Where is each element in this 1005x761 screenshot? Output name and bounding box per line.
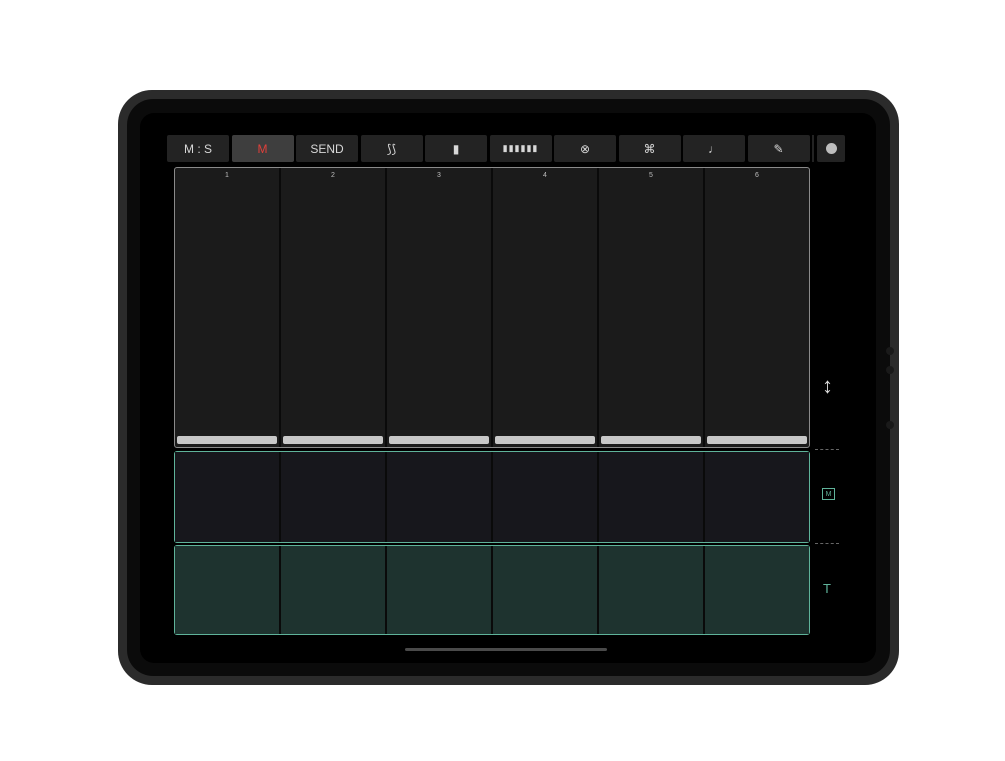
trigger-label[interactable]: T bbox=[823, 581, 831, 596]
mute-pad[interactable] bbox=[387, 452, 493, 542]
eraser-icon: ✎ bbox=[773, 141, 784, 156]
fader-handle[interactable] bbox=[707, 436, 807, 444]
resize-icon[interactable]: ↕ bbox=[822, 373, 833, 399]
fader-handle[interactable] bbox=[495, 436, 595, 444]
trigger-row bbox=[174, 545, 810, 635]
trigger-pad[interactable] bbox=[599, 546, 705, 634]
mute-row bbox=[174, 451, 810, 543]
mute-solo-button[interactable]: M : S bbox=[167, 135, 229, 162]
trigger-pad[interactable] bbox=[281, 546, 387, 634]
home-indicator bbox=[405, 648, 607, 651]
channel-number: 6 bbox=[755, 172, 759, 179]
fader-handle[interactable] bbox=[389, 436, 489, 444]
divider bbox=[815, 543, 839, 544]
channel-number: 5 bbox=[649, 172, 653, 179]
mute-pad[interactable] bbox=[493, 452, 599, 542]
fader-channel[interactable]: 6 bbox=[705, 168, 809, 447]
fader-panel: 1 2 3 4 5 6 bbox=[174, 167, 810, 448]
command-button[interactable]: ⌘ bbox=[618, 135, 681, 162]
side-button bbox=[886, 421, 894, 429]
fader-channel[interactable]: 5 bbox=[599, 168, 705, 447]
toolbar-divider bbox=[812, 135, 814, 162]
channel-number: 4 bbox=[543, 172, 547, 179]
command-icon: ⌘ bbox=[643, 141, 656, 156]
trigger-pad[interactable] bbox=[493, 546, 599, 634]
envelope-icon: ⟆⟆ bbox=[386, 141, 397, 156]
fader-channel[interactable]: 1 bbox=[175, 168, 281, 447]
fader-channel[interactable]: 2 bbox=[281, 168, 387, 447]
envelope-button[interactable]: ⟆⟆ bbox=[360, 135, 423, 162]
trigger-pad[interactable] bbox=[387, 546, 493, 634]
mute-pad[interactable] bbox=[599, 452, 705, 542]
channel-number: 2 bbox=[331, 172, 335, 179]
side-button bbox=[886, 366, 894, 374]
record-dot-icon bbox=[825, 143, 837, 154]
single-bar-icon: ▮ bbox=[452, 141, 460, 156]
channel-number: 1 bbox=[225, 172, 229, 179]
circle-cross-icon: ⊗ bbox=[579, 141, 591, 156]
single-bar-button[interactable]: ▮ bbox=[425, 135, 487, 162]
note-button[interactable]: ♩ bbox=[683, 135, 745, 162]
mute-pad[interactable] bbox=[705, 452, 809, 542]
multi-bar-icon: ▮▮▮▮▮▮ bbox=[502, 143, 539, 153]
mute-badge[interactable]: M bbox=[822, 488, 835, 500]
record-button[interactable] bbox=[817, 135, 845, 162]
camera-dot bbox=[886, 347, 894, 355]
multi-bar-button[interactable]: ▮▮▮▮▮▮ bbox=[489, 135, 552, 162]
divider bbox=[815, 449, 839, 450]
app-screen: M : S M SEND ⟆⟆ ▮ ▮▮▮▮▮▮ ⊗ ⌘ ♩ ✎ 1 2 3 4… bbox=[140, 113, 876, 663]
channel-number: 3 bbox=[437, 172, 441, 179]
fader-handle[interactable] bbox=[283, 436, 383, 444]
mute-button[interactable]: M bbox=[231, 135, 294, 162]
mute-pad[interactable] bbox=[281, 452, 387, 542]
fader-channel[interactable]: 3 bbox=[387, 168, 493, 447]
circle-cross-button[interactable]: ⊗ bbox=[554, 135, 616, 162]
note-icon: ♩ bbox=[708, 141, 720, 156]
fader-channel[interactable]: 4 bbox=[493, 168, 599, 447]
eraser-button[interactable]: ✎ bbox=[747, 135, 810, 162]
fader-handle[interactable] bbox=[177, 436, 277, 444]
mute-pad[interactable] bbox=[175, 452, 281, 542]
trigger-pad[interactable] bbox=[705, 546, 809, 634]
toolbar: M : S M SEND ⟆⟆ ▮ ▮▮▮▮▮▮ ⊗ ⌘ ♩ ✎ bbox=[167, 135, 813, 162]
trigger-pad[interactable] bbox=[175, 546, 281, 634]
fader-handle[interactable] bbox=[601, 436, 701, 444]
send-button[interactable]: SEND bbox=[296, 135, 358, 162]
